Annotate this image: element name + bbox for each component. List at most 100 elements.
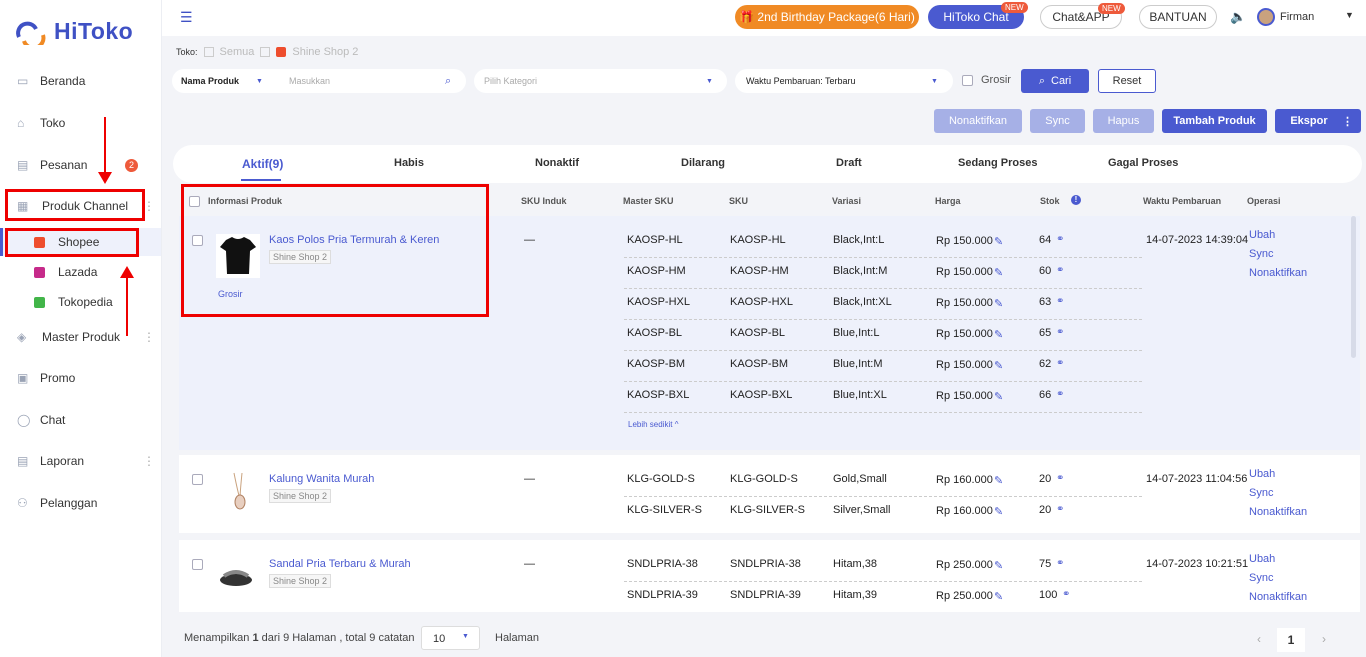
summary-text: Menampilkan 1 dari 9 Halaman , total 9 c… xyxy=(184,632,415,644)
lebih-sedikit-toggle[interactable]: Lebih sedikit ^ xyxy=(628,420,678,429)
tab-6[interactable]: Gagal Proses xyxy=(1108,157,1178,169)
op-ubah-link[interactable]: Ubah xyxy=(1249,229,1275,241)
tokopedia-icon xyxy=(34,296,45,308)
tab-0[interactable]: Aktif(9) xyxy=(242,157,283,171)
link-stock-icon[interactable]: ⚭ xyxy=(1056,296,1064,307)
row-checkbox[interactable] xyxy=(192,235,203,246)
more-vertical-icon[interactable]: ⋮ xyxy=(143,330,155,344)
link-stock-icon[interactable]: ⚭ xyxy=(1056,358,1064,369)
op-ubah-link[interactable]: Ubah xyxy=(1249,468,1275,480)
sidebar-item-pesanan[interactable]: ▤ Pesanan 2 xyxy=(0,150,161,180)
link-stock-icon[interactable]: ⚭ xyxy=(1056,327,1064,338)
sync-button[interactable]: Sync xyxy=(1030,109,1085,133)
semua-checkbox[interactable] xyxy=(203,47,214,57)
avatar[interactable] xyxy=(1257,8,1275,26)
tab-4[interactable]: Draft xyxy=(836,157,862,169)
select-all-checkbox[interactable] xyxy=(189,196,200,207)
nonaktifkan-button[interactable]: Nonaktifkan xyxy=(934,109,1022,133)
sidebar-item-toko[interactable]: ⌂ Toko xyxy=(0,108,161,138)
sidebar-subitem-shopee[interactable]: Shopee xyxy=(0,228,161,256)
edit-price-icon[interactable]: ✎ xyxy=(994,505,1003,518)
link-stock-icon[interactable]: ⚭ xyxy=(1062,589,1070,600)
op-nonaktifkan-link[interactable]: Nonaktifkan xyxy=(1249,506,1307,518)
more-vertical-icon[interactable]: ⋮ xyxy=(143,199,155,213)
sidebar-item-produk-channel[interactable]: ▦ Produk Channel ⋮ xyxy=(0,191,161,221)
row-checkbox[interactable] xyxy=(192,474,203,485)
op-sync-link[interactable]: Sync xyxy=(1249,572,1273,584)
op-ubah-link[interactable]: Ubah xyxy=(1249,553,1275,565)
sidebar-item-beranda[interactable]: ▭ Beranda xyxy=(0,66,161,96)
op-sync-link[interactable]: Sync xyxy=(1249,248,1273,260)
more-vertical-icon[interactable]: ⋮ xyxy=(1342,115,1353,128)
op-nonaktifkan-link[interactable]: Nonaktifkan xyxy=(1249,267,1307,279)
tab-1[interactable]: Habis xyxy=(394,157,424,169)
tab-5[interactable]: Sedang Proses xyxy=(958,157,1037,169)
edit-price-icon[interactable]: ✎ xyxy=(994,590,1003,603)
edit-price-icon[interactable]: ✎ xyxy=(994,474,1003,487)
field-select[interactable]: Nama Produk xyxy=(181,76,239,86)
collapse-menu-icon[interactable]: ☰ xyxy=(180,9,193,26)
stok: 100 xyxy=(1039,589,1058,601)
reset-button[interactable]: Reset xyxy=(1098,69,1156,93)
per-page-select[interactable]: 10 ▼ xyxy=(421,626,480,650)
kategori-select[interactable]: Pilih Kategori ▼ xyxy=(474,69,727,93)
link-stock-icon[interactable]: ⚭ xyxy=(1056,473,1064,484)
sidebar-item-master-produk[interactable]: ◈ Master Produk ⋮ xyxy=(0,322,161,352)
sidebar-item-laporan[interactable]: ▤ Laporan ⋮ xyxy=(0,446,161,476)
hapus-button[interactable]: Hapus xyxy=(1093,109,1154,133)
prev-page-button[interactable]: ‹ xyxy=(1247,628,1271,652)
edit-price-icon[interactable]: ✎ xyxy=(994,328,1003,341)
stok-info-icon[interactable]: ! xyxy=(1071,195,1081,205)
sidebar-item-promo[interactable]: ▣ Promo xyxy=(0,363,161,393)
edit-price-icon[interactable]: ✎ xyxy=(994,390,1003,403)
speaker-icon[interactable]: 🔈 xyxy=(1230,9,1246,25)
next-page-button[interactable]: › xyxy=(1312,628,1336,652)
row-checkbox[interactable] xyxy=(192,559,203,570)
sidebar-item-pelanggan[interactable]: ⚇ Pelanggan xyxy=(0,488,161,518)
link-stock-icon[interactable]: ⚭ xyxy=(1056,389,1064,400)
current-page-button[interactable]: 1 xyxy=(1277,628,1305,652)
product-name-link[interactable]: Kaos Polos Pria Termurah & Keren xyxy=(269,234,439,246)
tab-3[interactable]: Dilarang xyxy=(681,157,725,169)
product-thumbnail[interactable] xyxy=(216,469,260,513)
sidebar-subitem-lazada[interactable]: Lazada xyxy=(0,258,161,286)
product-thumbnail[interactable] xyxy=(216,234,260,278)
tshirt-image xyxy=(220,237,256,274)
op-nonaktifkan-link[interactable]: Nonaktifkan xyxy=(1249,591,1307,603)
edit-price-icon[interactable]: ✎ xyxy=(994,266,1003,279)
shine-shop-checkbox[interactable] xyxy=(260,47,271,57)
edit-price-icon[interactable]: ✎ xyxy=(994,359,1003,372)
ekspor-button[interactable]: Ekspor ⋮ xyxy=(1275,109,1361,133)
op-sync-link[interactable]: Sync xyxy=(1249,487,1273,499)
bantuan-button[interactable]: BANTUAN xyxy=(1139,5,1217,29)
link-stock-icon[interactable]: ⚭ xyxy=(1056,265,1064,276)
link-stock-icon[interactable]: ⚭ xyxy=(1056,504,1064,515)
hitoko-chat-button[interactable]: HiToko Chat NEW xyxy=(928,2,1028,29)
edit-price-icon[interactable]: ✎ xyxy=(994,297,1003,310)
product-name-link[interactable]: Kalung Wanita Murah xyxy=(269,473,374,485)
sku: KLG-SILVER-S xyxy=(730,504,805,516)
edit-price-icon[interactable]: ✎ xyxy=(994,559,1003,572)
tab-2[interactable]: Nonaktif xyxy=(535,157,579,169)
logo[interactable]: HiToko xyxy=(14,18,133,45)
search-input[interactable]: Masukkan xyxy=(289,76,330,86)
chevron-down-icon[interactable]: ▼ xyxy=(256,78,263,85)
more-vertical-icon[interactable]: ⋮ xyxy=(143,454,155,468)
tambah-produk-button[interactable]: Tambah Produk xyxy=(1162,109,1267,133)
grosir-checkbox[interactable] xyxy=(962,75,973,86)
chat-app-button[interactable]: Chat&APP NEW xyxy=(1040,3,1125,29)
link-stock-icon[interactable]: ⚭ xyxy=(1056,234,1064,245)
sidebar-subitem-tokopedia[interactable]: Tokopedia xyxy=(0,288,161,316)
waktu-select[interactable]: Waktu Pembaruan: Terbaru ▼ xyxy=(735,69,953,93)
search-icon[interactable]: ⌕ xyxy=(445,75,451,88)
cari-button[interactable]: ⌕ Cari xyxy=(1021,69,1089,93)
link-stock-icon[interactable]: ⚭ xyxy=(1056,558,1064,569)
sidebar-item-chat[interactable]: ◯ Chat xyxy=(0,405,161,435)
scrollbar[interactable] xyxy=(1351,216,1356,358)
birthday-package-button[interactable]: 🎁 2nd Birthday Package(6 Hari) xyxy=(735,5,919,29)
user-name[interactable]: Firman xyxy=(1280,11,1314,23)
edit-price-icon[interactable]: ✎ xyxy=(994,235,1003,248)
product-name-link[interactable]: Sandal Pria Terbaru & Murah xyxy=(269,558,411,570)
chevron-down-icon[interactable]: ▼ xyxy=(1345,10,1354,20)
product-thumbnail[interactable] xyxy=(216,554,260,598)
